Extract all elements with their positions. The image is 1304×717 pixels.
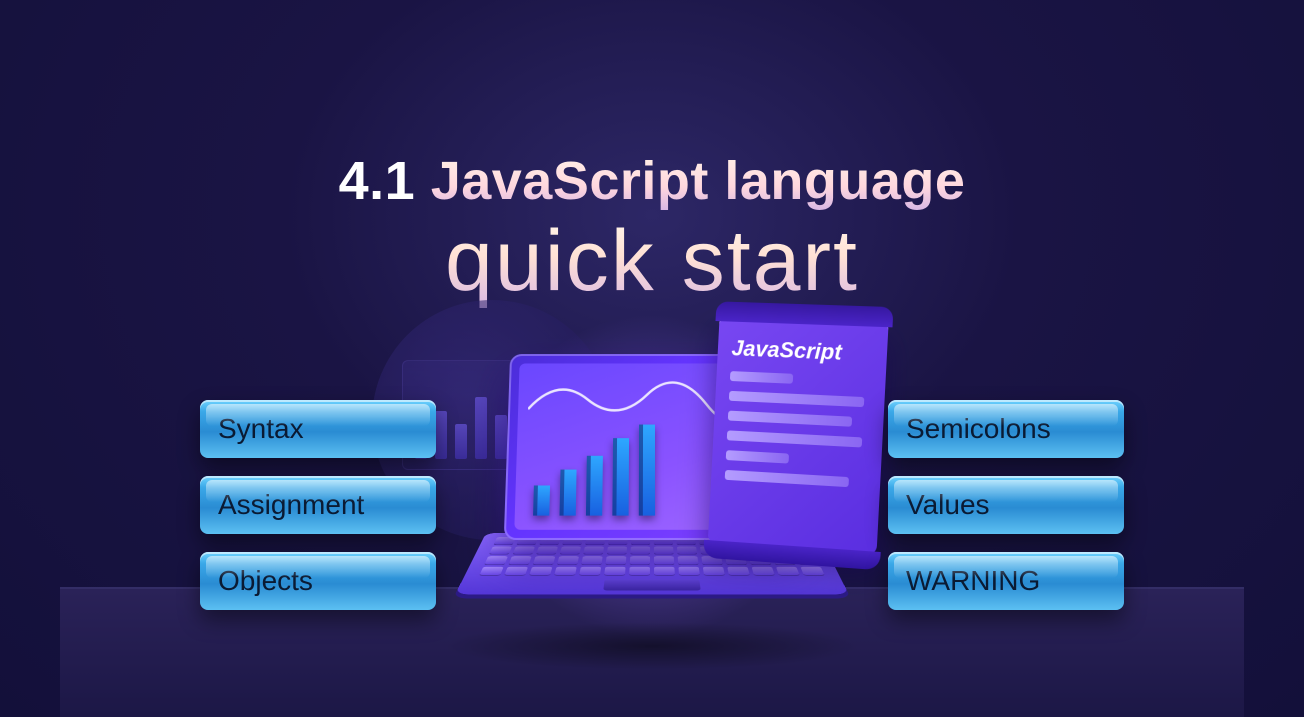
pill-label: Syntax <box>218 413 304 445</box>
pill-label: Values <box>906 489 990 521</box>
topic-list-right: Semicolons Values WARNING <box>888 400 1124 610</box>
doc-line-decor <box>725 470 849 487</box>
pill-label: WARNING <box>906 565 1040 597</box>
laptop-illustration: JavaScript <box>432 330 872 660</box>
topic-pill-warning[interactable]: WARNING <box>888 552 1124 610</box>
topic-pill-assignment[interactable]: Assignment <box>200 476 436 534</box>
title-line-1: 4.1 JavaScript language <box>0 150 1304 212</box>
topic-pill-syntax[interactable]: Syntax <box>200 400 436 458</box>
pill-label: Semicolons <box>906 413 1051 445</box>
javascript-scroll-doc: JavaScript <box>708 317 889 556</box>
section-number: 4.1 <box>339 151 416 211</box>
pill-label: Assignment <box>218 489 364 521</box>
topic-pill-semicolons[interactable]: Semicolons <box>888 400 1124 458</box>
pill-label: Objects <box>218 565 313 597</box>
laptop-shadow <box>442 622 862 670</box>
topic-pill-objects[interactable]: Objects <box>200 552 436 610</box>
title-main: JavaScript language <box>431 151 966 211</box>
topic-list-left: Syntax Assignment Objects <box>200 400 436 610</box>
laptop-trackpad <box>603 579 700 590</box>
doc-line-decor <box>728 411 852 427</box>
doc-line-decor <box>729 391 865 407</box>
doc-line-decor <box>727 430 863 447</box>
topic-pill-values[interactable]: Values <box>888 476 1124 534</box>
doc-line-decor <box>730 371 793 384</box>
doc-title: JavaScript <box>731 335 873 367</box>
doc-line-decor <box>726 450 789 463</box>
screen-bar-chart-icon <box>533 425 655 516</box>
